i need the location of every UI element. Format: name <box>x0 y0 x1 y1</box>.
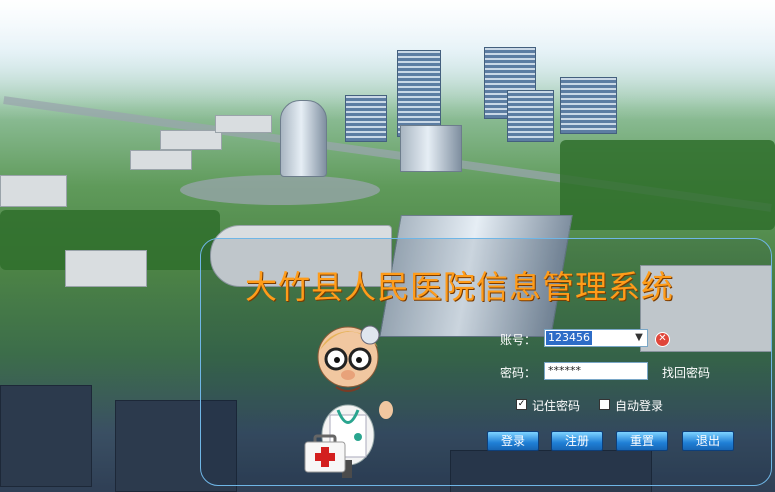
low-building-5 <box>65 250 147 287</box>
first-aid-kit-icon <box>304 434 346 473</box>
mid-building <box>400 125 462 172</box>
login-button[interactable]: 登录 <box>487 431 539 451</box>
auto-login-label: 自动登录 <box>615 399 664 413</box>
password-label: 密码： <box>500 366 537 380</box>
sky-haze <box>0 0 775 120</box>
tower-5 <box>345 95 387 142</box>
low-building-1 <box>130 150 192 170</box>
tower-1 <box>397 50 441 137</box>
clear-icon[interactable]: ✕ <box>655 332 670 347</box>
register-button[interactable]: 注册 <box>551 431 603 451</box>
tree-belt-right <box>560 140 775 230</box>
tower-4 <box>507 90 554 142</box>
account-combobox[interactable]: 123456 ▼ <box>544 329 648 347</box>
account-value: 123456 <box>546 331 592 345</box>
app-title: 大竹县人民医院信息管理系统 <box>245 268 675 306</box>
forgot-password-link[interactable]: 找回密码 <box>662 364 710 381</box>
auto-login-checkbox[interactable] <box>599 399 610 410</box>
tower-3 <box>560 77 617 134</box>
city-block-1 <box>0 385 92 487</box>
login-screen: 大竹县人民医院信息管理系统 账号： 123456 ▼ ✕ 密码： ****** … <box>0 0 775 492</box>
remember-password-label: 记住密码 <box>532 399 581 413</box>
account-label: 账号： <box>500 333 537 347</box>
low-building-3 <box>215 115 272 133</box>
low-building-2 <box>160 130 222 150</box>
chevron-down-icon[interactable]: ▼ <box>631 330 647 346</box>
reset-button[interactable]: 重置 <box>616 431 668 451</box>
exit-button[interactable]: 退出 <box>682 431 734 451</box>
low-building-4 <box>0 175 67 207</box>
round-building <box>280 100 327 177</box>
password-field[interactable]: ****** <box>544 362 648 380</box>
road-curve <box>180 175 380 205</box>
remember-password-checkbox[interactable]: ✓ <box>516 399 527 410</box>
